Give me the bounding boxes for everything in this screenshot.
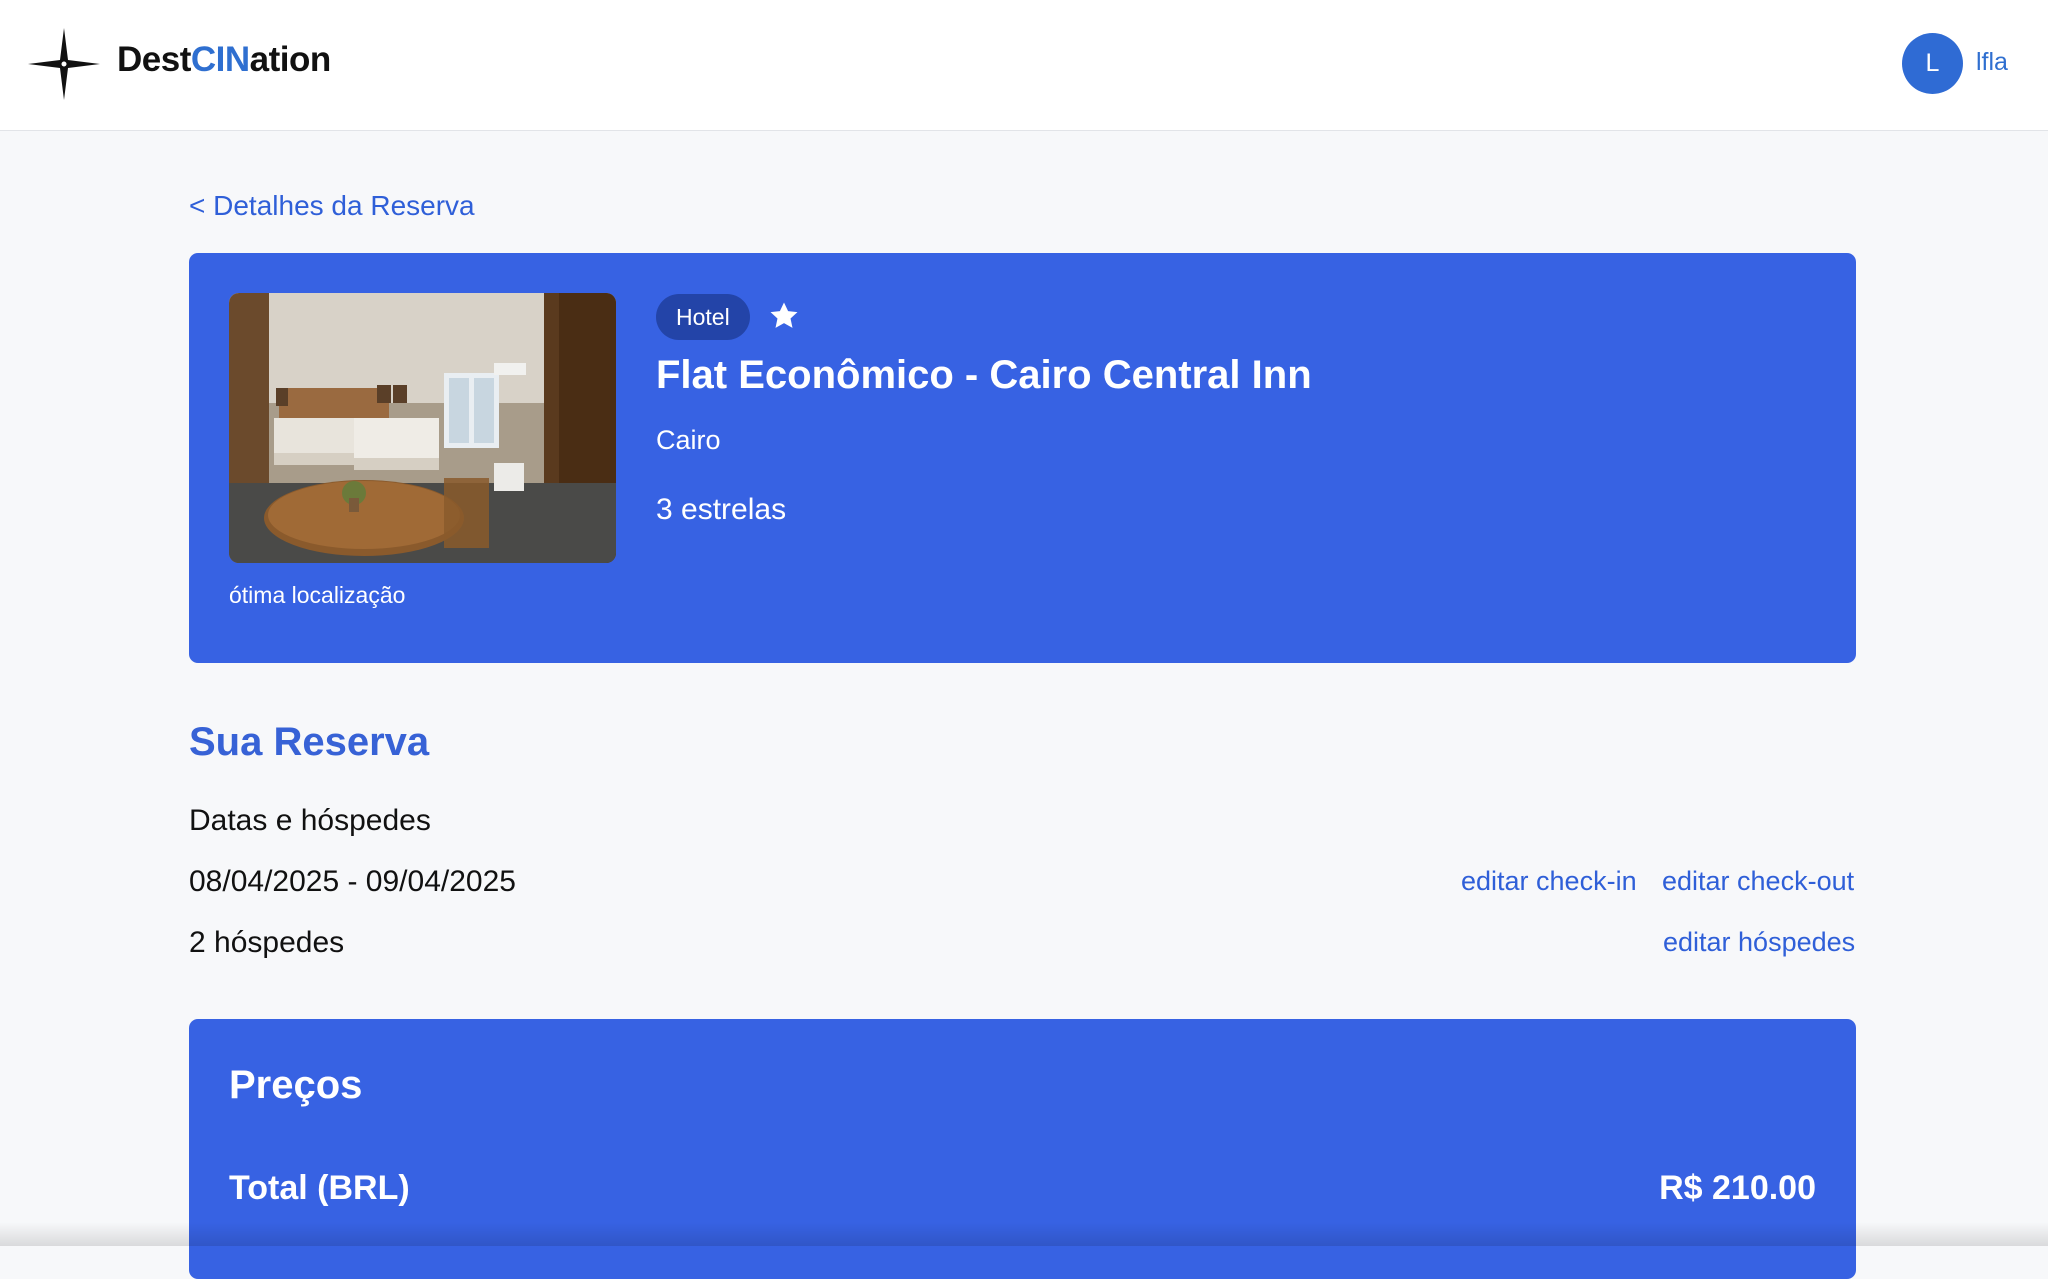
viewport-bottom-shadow — [0, 1222, 2048, 1246]
hotel-room-photo-illustration — [229, 293, 616, 563]
hotel-summary-card: ótima localização Hotel Flat Econômico -… — [189, 253, 1856, 663]
hotel-star-rating: 3 estrelas — [656, 493, 787, 526]
top-header: DestCINation L lfla — [0, 0, 2048, 131]
prices-title: Preços — [229, 1063, 363, 1107]
total-price-value: R$ 210.00 — [1659, 1169, 1816, 1207]
star-icon[interactable] — [767, 299, 801, 333]
reservation-guest-count: 2 hóspedes — [189, 926, 345, 959]
user-avatar[interactable]: L — [1902, 33, 1963, 94]
brand-name-part-2: ation — [249, 40, 332, 79]
edit-guests-link[interactable]: editar hóspedes — [1663, 927, 1855, 958]
reservation-dates: 08/04/2025 - 09/04/2025 — [189, 865, 516, 898]
brand-name-part-1: Dest — [117, 40, 191, 79]
brand-logo-text[interactable]: DestCINation — [117, 40, 331, 80]
hotel-city: Cairo — [656, 425, 721, 455]
dates-and-guests-label: Datas e hóspedes — [189, 804, 431, 837]
edit-check-in-link[interactable]: editar check-in — [1461, 866, 1637, 897]
back-to-reservation-details-link[interactable]: < Detalhes da Reserva — [189, 190, 475, 222]
accommodation-type-badge: Hotel — [656, 294, 750, 340]
total-price-label: Total (BRL) — [229, 1169, 410, 1207]
hotel-room-photo — [229, 293, 616, 563]
user-name-link[interactable]: lfla — [1976, 48, 2008, 77]
edit-check-out-link[interactable]: editar check-out — [1662, 866, 1854, 897]
photo-caption: ótima localização — [229, 582, 406, 608]
brand-name-accent: CIN — [190, 40, 250, 79]
compass-star-icon[interactable] — [26, 26, 102, 102]
reservation-section-title: Sua Reserva — [189, 720, 430, 764]
hotel-name: Flat Econômico - Cairo Central Inn — [656, 353, 1312, 397]
